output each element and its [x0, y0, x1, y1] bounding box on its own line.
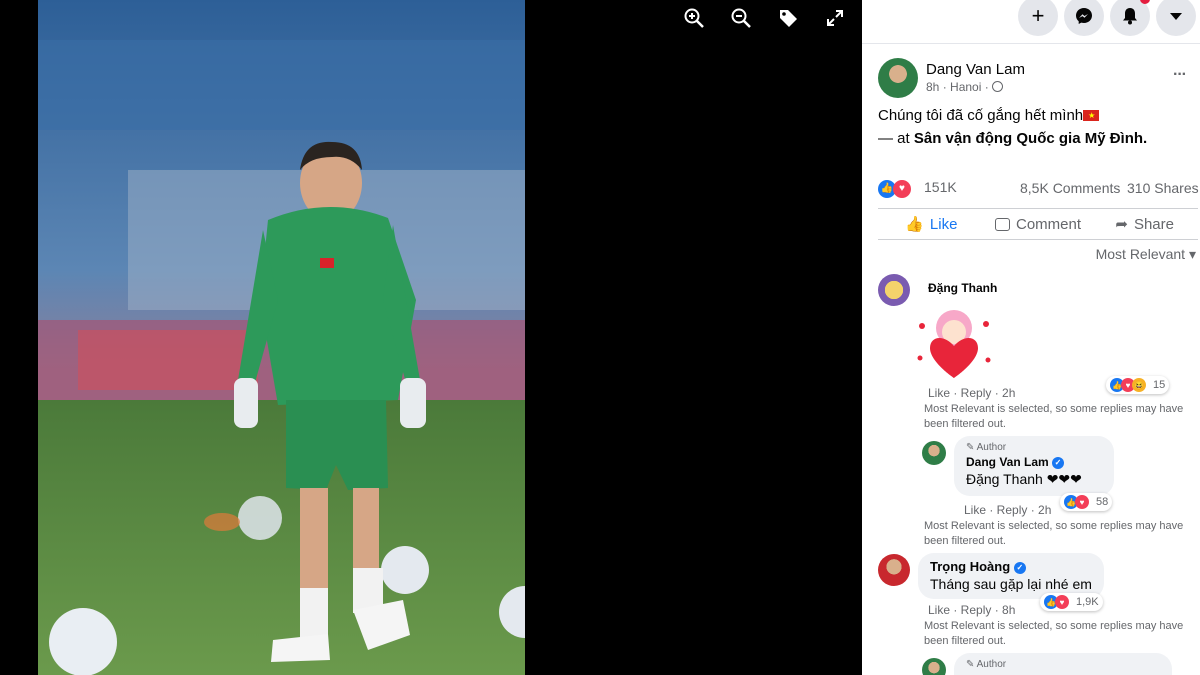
caption-text: Chúng tôi đã cố gắng hết mình: [878, 107, 1084, 124]
haha-reaction-icon: 😆: [1132, 378, 1146, 392]
goalkeeper-photo: [38, 0, 525, 675]
comment-button[interactable]: Comment: [985, 209, 1092, 239]
like-label: Like: [929, 215, 958, 233]
reactions-count[interactable]: 151K: [924, 179, 957, 195]
caption-at: — at: [878, 130, 910, 147]
reply-avatar[interactable]: [922, 658, 946, 675]
reply-bubble: ✎ Author Dang Van Lam ✓ Đặng Thanh ❤❤❤: [954, 436, 1114, 496]
love-reaction-icon: ♥: [1075, 495, 1089, 509]
caret-down-icon: [1170, 12, 1182, 20]
share-icon: ➦: [1115, 216, 1128, 233]
chevron-down-icon: ▾: [1188, 246, 1196, 262]
filter-note: Most Relevant is selected, so some repli…: [924, 620, 1184, 647]
comment-reactions[interactable]: 👍 ♥ 1,9K: [1040, 593, 1103, 611]
author-tag: ✎ Author: [966, 659, 1160, 670]
reply-text: Đặng Thanh ❤❤❤: [966, 471, 1082, 487]
comments-count[interactable]: 8,5K Comments: [1020, 180, 1120, 196]
reaction-icons[interactable]: 👍 ♥: [878, 178, 911, 198]
share-label: Share: [1133, 215, 1174, 233]
author-tag-icon: ✎: [966, 659, 975, 670]
shares-count[interactable]: 310 Shares: [1127, 180, 1199, 196]
caption-place-link[interactable]: Sân vận động Quốc gia Mỹ Đình.: [914, 130, 1147, 147]
commenter-name[interactable]: Trọng Hoàng ✓: [930, 559, 1092, 574]
author-tag-label: Author: [976, 659, 1007, 670]
share-button[interactable]: ➦ Share: [1091, 209, 1198, 239]
post-header: Dang Van Lam 8h · Hanoi · ···: [878, 58, 1200, 102]
author-tag: ✎ Author: [966, 442, 1102, 453]
commenter-avatar[interactable]: [878, 274, 910, 306]
comment-actions[interactable]: Like · Reply · 8h: [928, 603, 1015, 617]
account-menu-button[interactable]: [1156, 0, 1196, 36]
meta-separator-2: ·: [984, 80, 989, 94]
like-button[interactable]: 👍 Like: [878, 209, 985, 239]
vietnam-flag-icon: ★: [1083, 110, 1100, 121]
bell-icon: [1123, 8, 1137, 25]
thumbs-up-icon: 👍: [905, 216, 924, 233]
zoom-in-icon[interactable]: [684, 8, 704, 28]
top-bar: +: [862, 0, 1200, 44]
commenter-avatar[interactable]: [878, 554, 910, 586]
author-tag-icon: ✎: [966, 442, 975, 453]
love-reaction-icon: ♥: [893, 179, 911, 198]
post-meta: 8h · Hanoi ·: [926, 80, 1004, 94]
messenger-icon: [1076, 8, 1092, 24]
reaction-count: 1,9K: [1076, 596, 1099, 608]
comment-reactions[interactable]: 👍 ♥ 😆 15: [1106, 376, 1170, 394]
tag-icon[interactable]: [778, 8, 798, 28]
notification-badge: [1140, 0, 1150, 4]
reply-avatar[interactable]: [922, 441, 946, 465]
reply-reactions[interactable]: 👍 ♥ 58: [1060, 493, 1113, 511]
comment-actions[interactable]: Like · Reply · 2h: [928, 386, 1015, 400]
post-photo[interactable]: [38, 0, 525, 675]
fullscreen-icon[interactable]: [825, 8, 845, 28]
verified-icon: ✓: [1052, 456, 1065, 469]
author-name[interactable]: Dang Van Lam: [926, 61, 1025, 78]
reaction-count: 58: [1096, 496, 1109, 508]
reply-actions[interactable]: Like · Reply · 2h: [964, 503, 1051, 517]
plus-icon: +: [1031, 3, 1045, 28]
meta-separator: ·: [942, 80, 947, 94]
heart-sticker: [914, 306, 994, 382]
post-stats: 👍 ♥ 151K 8,5K Comments 310 Shares: [878, 178, 1200, 198]
globe-icon: [992, 81, 1004, 92]
love-reaction-icon: ♥: [1055, 595, 1069, 609]
comment-label: Comment: [1015, 215, 1082, 233]
post-panel: + Dang Van Lam 8h · Hanoi · ··· Chúng tô…: [862, 0, 1200, 675]
photo-viewer: [0, 0, 862, 675]
reply-author-name[interactable]: Dang Van Lam ✓: [966, 455, 1102, 469]
reply-author-name-text: Dang Van Lam: [966, 455, 1049, 469]
reply-bubble: ✎ Author: [954, 653, 1172, 675]
post-actions: 👍 Like Comment ➦ Share: [878, 208, 1198, 240]
verified-icon: ✓: [1013, 561, 1026, 574]
comment-sort-dropdown[interactable]: Most Relevant ▾: [1096, 246, 1196, 263]
messenger-button[interactable]: [1064, 0, 1104, 36]
reaction-count: 15: [1153, 379, 1166, 391]
notifications-button[interactable]: [1110, 0, 1150, 36]
post-caption: Chúng tôi đã cố gắng hết mình ★ — at Sân …: [878, 104, 1147, 150]
author-tag-label: Author: [976, 442, 1007, 453]
sort-label: Most Relevant: [1095, 246, 1186, 262]
post-location[interactable]: Hanoi: [950, 80, 981, 94]
zoom-out-icon[interactable]: [731, 8, 751, 28]
commenter-name[interactable]: Đặng Thanh: [928, 281, 997, 295]
post-time[interactable]: 8h: [926, 80, 939, 94]
author-avatar[interactable]: [878, 58, 918, 98]
create-button[interactable]: +: [1018, 0, 1058, 36]
comment-text: Tháng sau gặp lại nhé em: [930, 576, 1092, 592]
comment-icon: [994, 217, 1010, 231]
filter-note: Most Relevant is selected, so some repli…: [924, 403, 1184, 430]
more-options-icon[interactable]: ···: [1173, 66, 1187, 84]
commenter-name-text: Trọng Hoàng: [930, 559, 1011, 574]
filter-note: Most Relevant is selected, so some repli…: [924, 520, 1184, 547]
